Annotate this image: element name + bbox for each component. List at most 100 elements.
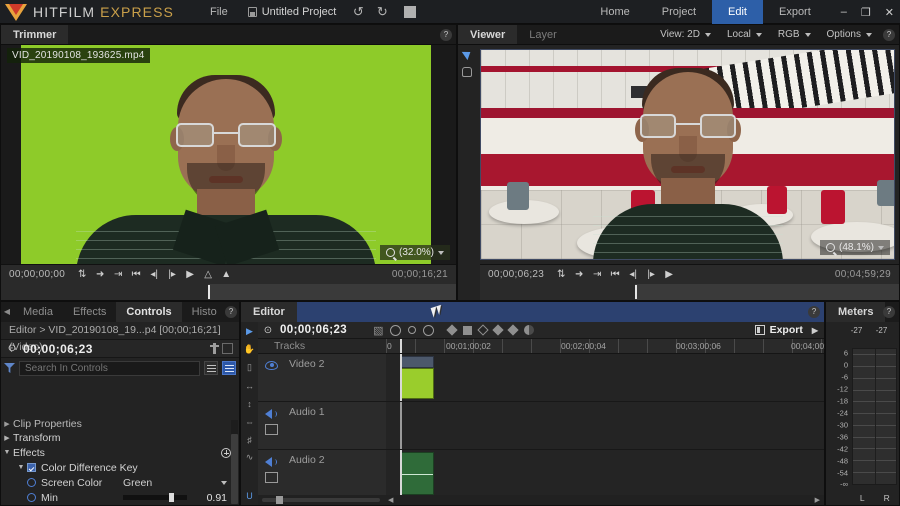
param-slider[interactable]	[123, 495, 187, 500]
search-input[interactable]	[19, 361, 200, 376]
track-mixer-icon[interactable]	[265, 472, 278, 483]
minimize-icon[interactable]: –	[841, 6, 847, 18]
grid-view-icon[interactable]	[222, 361, 236, 375]
split-icon[interactable]: △	[199, 269, 217, 280]
track-mute-toggle[interactable]	[265, 409, 278, 418]
viewer-zoom-control[interactable]: (48.1%)	[820, 240, 890, 255]
space-mode-dropdown[interactable]: Local	[720, 25, 769, 45]
chevron-down-icon[interactable]	[221, 481, 227, 485]
scrollbar-thumb[interactable]	[231, 434, 238, 504]
nav-tab-export[interactable]: Export	[763, 0, 827, 24]
tab-controls[interactable]: Controls	[116, 302, 181, 322]
tab-media[interactable]: Media	[13, 302, 63, 322]
export-button[interactable]: Export ▶	[755, 324, 824, 336]
tab-viewer[interactable]: Viewer	[458, 25, 517, 44]
ripple-tool-icon[interactable]: ↕	[244, 398, 256, 409]
razor-tool-icon[interactable]: ♯	[244, 434, 256, 445]
loop-icon[interactable]: ⇅	[73, 269, 91, 280]
nav-tab-home[interactable]: Home	[584, 0, 645, 24]
tab-history[interactable]: Histo	[182, 302, 227, 322]
param-row-min[interactable]: Min 0.91	[1, 490, 239, 505]
property-row-clip-properties[interactable]: ▶ Clip Properties	[1, 418, 239, 430]
help-icon[interactable]: ?	[808, 306, 820, 318]
twirl-icon[interactable]: ▼	[15, 464, 27, 471]
snapping-toggle-icon[interactable]: U	[244, 490, 256, 501]
step-forward-icon[interactable]: |▸	[163, 269, 181, 280]
prev-marker-icon[interactable]	[390, 325, 401, 336]
timeline-playhead[interactable]	[400, 450, 402, 497]
scroll-right-icon[interactable]: ▶	[815, 496, 820, 504]
ripple-icon[interactable]: ▲	[217, 269, 235, 280]
project-name-button[interactable]: Untitled Project	[238, 6, 347, 18]
ease-keyframe-icon[interactable]	[493, 324, 504, 335]
viewer-options-dropdown[interactable]: Options	[820, 25, 879, 45]
play-icon[interactable]: ▶	[181, 269, 199, 280]
set-in-icon[interactable]: ⇥	[588, 269, 606, 280]
viewer-scrub-bar[interactable]	[480, 284, 899, 300]
timeline-clip-audio[interactable]	[400, 452, 434, 495]
nav-tab-edit[interactable]: Edit	[712, 0, 763, 24]
tab-layer[interactable]: Layer	[517, 25, 569, 44]
menu-file[interactable]: File	[200, 0, 238, 24]
track-lane[interactable]	[386, 354, 824, 401]
keyframe-options-icon[interactable]	[524, 325, 534, 335]
redo-icon[interactable]: ↻	[370, 4, 394, 20]
smooth-keyframe-icon[interactable]	[508, 324, 519, 335]
play-icon[interactable]: ▶	[660, 269, 678, 280]
export-frame-icon[interactable]: ➜	[570, 269, 588, 280]
pin-keyframe-icon[interactable]	[213, 343, 216, 354]
controls-scrollbar[interactable]	[231, 420, 238, 493]
twirl-icon[interactable]: ▼	[1, 449, 13, 456]
slide-tool-icon[interactable]: ↔	[244, 380, 256, 391]
track-header[interactable]: Audio 1	[258, 402, 386, 449]
trimmer-scrub-bar[interactable]	[1, 284, 456, 300]
split-view-icon[interactable]	[222, 343, 233, 354]
tab-meters[interactable]: Meters	[826, 302, 885, 322]
track-header[interactable]: Video 2	[258, 354, 386, 401]
hold-keyframe-icon[interactable]	[463, 326, 472, 335]
track-audio-1[interactable]: Audio 1	[258, 402, 824, 450]
editor-timecode[interactable]: 00;00;06;23	[278, 324, 347, 336]
linear-keyframe-icon[interactable]	[478, 324, 489, 335]
undo-icon[interactable]: ↺	[346, 4, 370, 20]
go-to-start-icon[interactable]: ⏮	[127, 269, 145, 280]
track-video-2[interactable]: Video 2	[258, 354, 824, 402]
filter-icon[interactable]	[4, 363, 15, 373]
loop-icon[interactable]: ⇅	[552, 269, 570, 280]
property-row-color-difference-key[interactable]: ▼ Color Difference Key	[1, 460, 239, 475]
pan-tool-icon[interactable]	[462, 67, 472, 77]
add-marker-icon[interactable]	[408, 326, 416, 334]
twirl-icon[interactable]: ▶	[1, 434, 13, 442]
trimmer-playhead[interactable]	[208, 285, 210, 299]
controls-timecode[interactable]: 00;00;06;23	[23, 342, 93, 356]
track-header[interactable]: Audio 2	[258, 450, 386, 497]
add-effect-icon[interactable]	[221, 448, 231, 458]
help-icon[interactable]: ?	[883, 306, 895, 318]
param-value[interactable]: Green	[123, 477, 152, 489]
close-icon[interactable]: ✕	[885, 6, 894, 19]
maximize-icon[interactable]: ❐	[861, 6, 871, 19]
timeline-clip-video[interactable]	[400, 356, 434, 399]
track-lane[interactable]	[386, 450, 824, 497]
workspace-grid-icon[interactable]	[404, 6, 416, 18]
list-view-icon[interactable]	[204, 361, 218, 375]
tabs-scroll-left-icon[interactable]: ◀	[1, 302, 13, 322]
viewer-playhead[interactable]	[635, 285, 637, 299]
select-tool-icon[interactable]	[461, 48, 472, 60]
scroll-left-icon[interactable]: ◀	[388, 496, 393, 504]
timeline-playhead[interactable]	[400, 339, 402, 353]
effect-enabled-checkbox[interactable]	[27, 463, 36, 472]
controls-property-list[interactable]: ▶ Clip Properties ▶ Transform ▼ Effects …	[1, 418, 239, 505]
add-keyframe-icon[interactable]	[447, 324, 458, 335]
track-mute-toggle[interactable]	[265, 457, 278, 466]
help-icon[interactable]: ?	[883, 29, 895, 41]
step-back-icon[interactable]: ◂|	[145, 269, 163, 280]
trimmer-video-area[interactable]: VID_20190108_193625.mp4 (	[1, 45, 456, 264]
param-row-screen-color[interactable]: Screen Color Green	[1, 475, 239, 490]
tab-editor[interactable]: Editor	[241, 302, 297, 322]
help-icon[interactable]: ?	[225, 306, 237, 318]
next-marker-icon[interactable]	[423, 325, 434, 336]
keyframe-icon[interactable]	[27, 493, 36, 502]
keyframe-icon[interactable]	[27, 478, 36, 487]
view-mode-dropdown[interactable]: View: 2D	[653, 25, 718, 45]
